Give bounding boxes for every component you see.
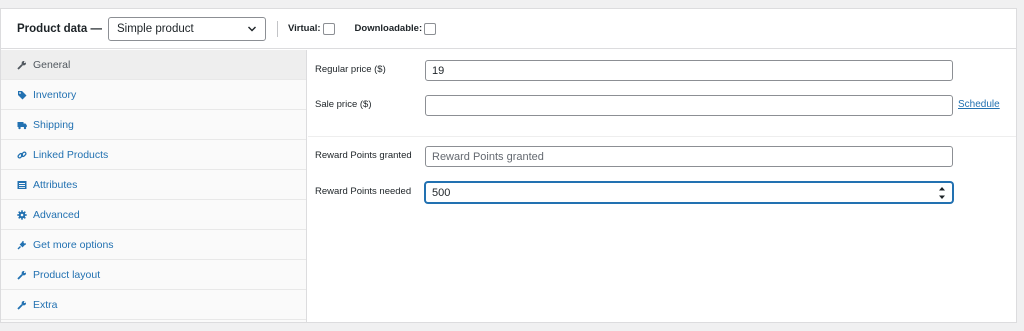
tab-product-layout[interactable]: Product layout (1, 260, 306, 290)
downloadable-option[interactable]: Downloadable: (354, 22, 437, 35)
gear-icon (17, 209, 27, 220)
reward-points-needed-label: Reward Points needed (315, 186, 412, 197)
reward-points-granted-label: Reward Points granted (315, 150, 412, 161)
wrench-icon (17, 60, 27, 70)
product-type-select[interactable]: Simple product (107, 16, 266, 41)
tab-linked-products[interactable]: Linked Products (1, 140, 306, 170)
product-data-title: Product data — (17, 22, 102, 35)
downloadable-checkbox[interactable] (424, 22, 437, 35)
downloadable-label: Downloadable: (354, 23, 423, 34)
product-data-header: Product data — Simple product Virtual: D… (1, 9, 1016, 49)
header-divider (276, 20, 278, 37)
sale-price-label: Sale price ($) (315, 99, 372, 110)
caret-down-icon[interactable] (938, 195, 946, 200)
general-tab-panel: Regular price ($) 19 Sale price ($) Sche… (308, 50, 1016, 322)
link-icon (17, 150, 27, 160)
tag-icon (17, 90, 27, 100)
regular-price-label: Regular price ($) (315, 64, 386, 75)
tab-label: Linked Products (33, 148, 109, 161)
schedule-link[interactable]: Schedule (958, 99, 1000, 110)
reward-points-granted-input[interactable]: Reward Points granted (425, 146, 953, 167)
reward-points-needed-input[interactable]: 500 (425, 182, 953, 203)
tab-shipping[interactable]: Shipping (1, 110, 306, 140)
sale-price-input[interactable] (425, 95, 953, 116)
truck-icon (17, 120, 27, 130)
reward-points-group: Reward Points granted Reward Points gran… (308, 137, 1016, 237)
tab-label: General (33, 58, 71, 71)
product-data-panel: Product data — Simple product Virtual: D… (0, 8, 1017, 323)
tab-attributes[interactable]: Attributes (1, 170, 306, 200)
tab-general[interactable]: General (1, 50, 306, 80)
tab-label: Attributes (33, 178, 78, 191)
tab-inventory[interactable]: Inventory (1, 80, 306, 110)
tab-label: Get more options (33, 238, 114, 251)
tab-label: Shipping (33, 118, 74, 131)
tab-label: Advanced (33, 208, 80, 221)
tab-label: Extra (33, 298, 58, 311)
number-stepper[interactable] (938, 186, 946, 200)
caret-up-icon[interactable] (938, 186, 946, 191)
virtual-checkbox[interactable] (322, 22, 335, 35)
tab-extra[interactable]: Extra (1, 290, 306, 320)
chevron-down-icon (247, 26, 256, 31)
product-type-value: Simple product (116, 22, 194, 35)
tab-label: Product layout (33, 268, 101, 281)
wrench-icon (17, 270, 27, 280)
virtual-label: Virtual: (287, 23, 321, 34)
reward-points-granted-placeholder: Reward Points granted (432, 150, 544, 163)
regular-price-value: 19 (432, 64, 445, 77)
reward-points-needed-value: 500 (432, 186, 451, 199)
tab-get-more-options[interactable]: Get more options (1, 230, 306, 260)
pricing-group: Regular price ($) 19 Sale price ($) Sche… (308, 50, 1016, 137)
regular-price-input[interactable]: 19 (425, 60, 953, 81)
tab-label: Inventory (33, 88, 77, 101)
tab-advanced[interactable]: Advanced (1, 200, 306, 230)
wrench-icon (17, 300, 27, 310)
virtual-option[interactable]: Virtual: (287, 22, 335, 35)
product-data-tabs: General Inventory Shipping Linked Produc… (1, 50, 307, 322)
plugin-icon (17, 240, 27, 250)
table-icon (17, 180, 27, 190)
